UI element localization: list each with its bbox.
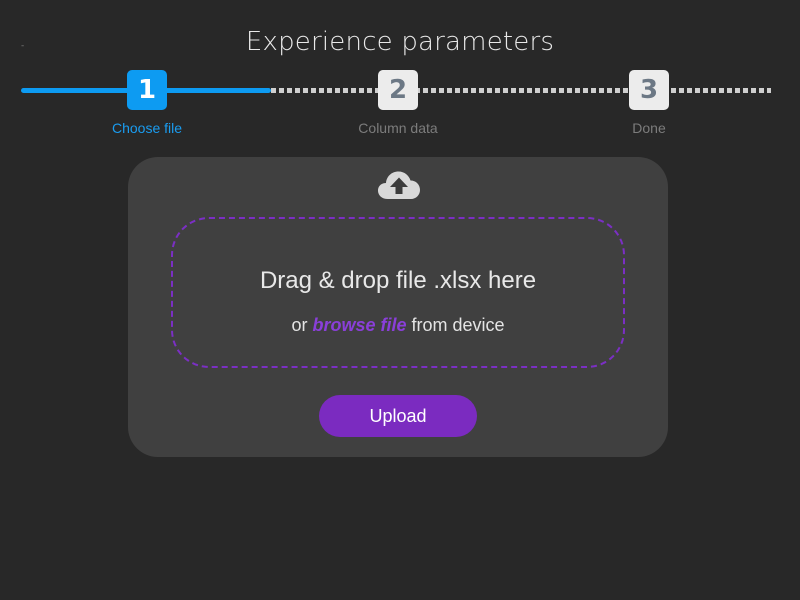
dropzone-sub-suffix: from device xyxy=(411,315,505,335)
browse-file-link[interactable]: browse file xyxy=(312,315,406,335)
cloud-upload-icon xyxy=(378,171,420,199)
upload-wizard-page: - Experience parameters 1 2 3 Choose fil… xyxy=(0,0,800,600)
page-title: Experience parameters xyxy=(245,27,555,57)
step-3-badge[interactable]: 3 xyxy=(629,70,669,110)
file-dropzone[interactable]: Drag & drop file .xlsx here or browse fi… xyxy=(171,217,625,368)
dropzone-title: Drag & drop file .xlsx here xyxy=(259,267,537,294)
stepper-progress-remaining xyxy=(271,88,771,93)
step-2-badge[interactable]: 2 xyxy=(378,70,418,110)
dropzone-subtitle: or browse file from device xyxy=(173,315,623,335)
upload-card: Drag & drop file .xlsx here or browse fi… xyxy=(128,157,668,457)
step-3-label: Done xyxy=(632,120,666,136)
upload-button[interactable]: Upload xyxy=(319,395,477,437)
dropzone-sub-prefix: or xyxy=(291,315,308,335)
step-1-badge[interactable]: 1 xyxy=(127,70,167,110)
step-1-label: Choose file xyxy=(111,120,183,136)
step-2-label: Column data xyxy=(358,120,438,136)
